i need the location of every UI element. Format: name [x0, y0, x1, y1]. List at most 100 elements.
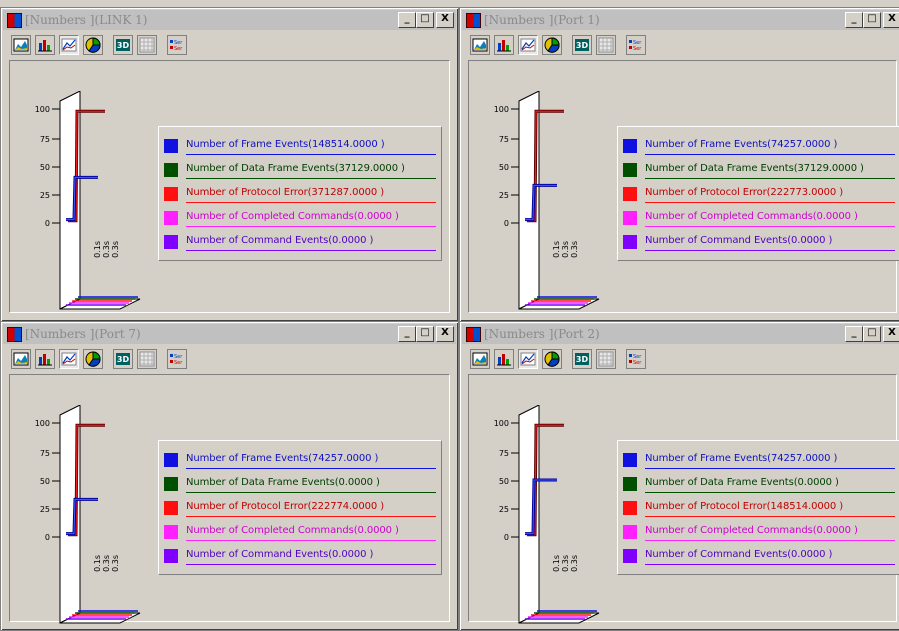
- legend-swatch: [623, 453, 637, 467]
- x-tick-label: 0.3s: [111, 555, 120, 572]
- series-button[interactable]: Ser Ser: [626, 35, 646, 55]
- 3d-chart-plot: 100 75 50 25 0 0.1s 0.3s 0.3s: [479, 404, 614, 630]
- line-chart-button[interactable]: [59, 35, 79, 55]
- series-label-2: Ser: [174, 360, 183, 366]
- legend-item: Number of Protocol Error(222774.0000 ): [164, 498, 436, 518]
- legend-item: Number of Data Frame Events(37129.0000 ): [164, 160, 436, 180]
- grid-button[interactable]: [596, 35, 616, 55]
- legend-underline: [645, 178, 895, 179]
- line-chart-button[interactable]: [59, 349, 79, 369]
- legend-label: Number of Frame Events(74257.0000 ): [645, 453, 838, 464]
- window-buttons: _ □ X: [845, 12, 899, 28]
- chart-toolbar: 3D Ser Ser: [11, 32, 191, 58]
- series-label-2: Ser: [633, 360, 642, 366]
- chart-window[interactable]: [Numbers ](LINK 1) _ □ X 3D Ser Ser 100 75 50 25 0 0…: [0, 7, 459, 322]
- legend-underline: [186, 492, 436, 493]
- minimize-button[interactable]: _: [398, 12, 416, 28]
- y-tick-label: 75: [499, 449, 509, 458]
- legend-underline: [186, 564, 436, 565]
- grid-button[interactable]: [137, 35, 157, 55]
- chart-window[interactable]: [Numbers ](Port 7) _ □ X 3D Ser Ser 100 75 50 25 0 0…: [0, 321, 459, 631]
- series-button[interactable]: Ser Ser: [167, 35, 187, 55]
- 3d-chart-plot: 100 75 50 25 0 0.1s 0.3s 0.3s: [20, 404, 155, 630]
- minimize-button[interactable]: _: [398, 326, 416, 342]
- area-chart-button[interactable]: [11, 349, 31, 369]
- 3d-label: 3D: [576, 355, 589, 364]
- legend-underline: [645, 154, 895, 155]
- legend-item: Number of Frame Events(74257.0000 ): [623, 450, 895, 470]
- line-chart-button[interactable]: [518, 349, 538, 369]
- x-tick-label: 0.3s: [561, 241, 570, 258]
- 3d-toggle-button[interactable]: 3D: [572, 35, 592, 55]
- title-bar[interactable]: [Numbers ](Port 2) _ □ X: [462, 324, 899, 344]
- legend-swatch: [623, 187, 637, 201]
- maximize-button[interactable]: □: [416, 12, 434, 28]
- close-button[interactable]: X: [883, 326, 899, 342]
- legend-item: Number of Data Frame Events(37129.0000 ): [623, 160, 895, 180]
- close-button[interactable]: X: [883, 12, 899, 28]
- maximize-button[interactable]: □: [863, 12, 881, 28]
- legend-underline: [645, 564, 895, 565]
- 3d-label: 3D: [117, 355, 130, 364]
- 3d-toggle-button[interactable]: 3D: [113, 35, 133, 55]
- legend-label: Number of Frame Events(148514.0000 ): [186, 139, 385, 150]
- chart-window[interactable]: [Numbers ](Port 1) _ □ X 3D Ser Ser 100 75 50 25 0 0…: [459, 7, 899, 322]
- line-chart-button[interactable]: [518, 35, 538, 55]
- legend-swatch: [164, 477, 178, 491]
- grid-button[interactable]: [596, 349, 616, 369]
- y-tick-label: 0: [45, 219, 50, 228]
- legend-underline: [186, 202, 436, 203]
- bar-chart-button[interactable]: [35, 35, 55, 55]
- legend-underline: [186, 226, 436, 227]
- title-bar[interactable]: [Numbers ](Port 7) _ □ X: [3, 324, 456, 344]
- legend-label: Number of Frame Events(74257.0000 ): [186, 453, 379, 464]
- y-tick-label: 50: [499, 477, 509, 486]
- y-tick-label: 100: [494, 105, 509, 114]
- bar-chart-button[interactable]: [35, 349, 55, 369]
- grid-button[interactable]: [137, 349, 157, 369]
- title-bar[interactable]: [Numbers ](LINK 1) _ □ X: [3, 10, 456, 30]
- window-title: [Numbers ](LINK 1): [25, 13, 148, 27]
- legend-label: Number of Command Events(0.0000 ): [186, 235, 374, 246]
- area-chart-button[interactable]: [11, 35, 31, 55]
- legend-label: Number of Protocol Error(222773.0000 ): [645, 187, 844, 198]
- maximize-button[interactable]: □: [416, 326, 434, 342]
- legend-swatch: [164, 525, 178, 539]
- maximize-button[interactable]: □: [863, 326, 881, 342]
- chart-window[interactable]: [Numbers ](Port 2) _ □ X 3D Ser Ser 100 75 50 25 0 0…: [459, 321, 899, 631]
- legend-underline: [186, 178, 436, 179]
- pie-chart-button[interactable]: [542, 349, 562, 369]
- bar-chart-button[interactable]: [494, 349, 514, 369]
- y-tick-label: 50: [40, 163, 50, 172]
- close-button[interactable]: X: [436, 326, 454, 342]
- x-tick-label: 0.1s: [552, 555, 561, 572]
- 3d-toggle-button[interactable]: 3D: [113, 349, 133, 369]
- area-chart-button[interactable]: [470, 349, 490, 369]
- y-tick-label: 0: [45, 533, 50, 542]
- pie-chart-button[interactable]: [83, 35, 103, 55]
- legend-swatch: [623, 139, 637, 153]
- pie-chart-button[interactable]: [542, 35, 562, 55]
- chart-legend: Number of Frame Events(74257.0000 ) Numbe…: [158, 440, 442, 575]
- x-tick-label: 0.3s: [570, 555, 579, 572]
- window-buttons: _ □ X: [398, 326, 454, 342]
- area-chart-button[interactable]: [470, 35, 490, 55]
- close-button[interactable]: X: [436, 12, 454, 28]
- app-icon: [466, 327, 481, 342]
- minimize-button[interactable]: _: [845, 326, 863, 342]
- title-bar[interactable]: [Numbers ](Port 1) _ □ X: [462, 10, 899, 30]
- pie-chart-button[interactable]: [83, 349, 103, 369]
- y-tick-label: 25: [40, 191, 50, 200]
- legend-item: Number of Frame Events(74257.0000 ): [623, 136, 895, 156]
- bar-chart-button[interactable]: [494, 35, 514, 55]
- series-button[interactable]: Ser Ser: [626, 349, 646, 369]
- legend-swatch: [623, 211, 637, 225]
- legend-swatch: [164, 187, 178, 201]
- chart-area: 100 75 50 25 0 0.1s 0.3s 0.3s Number of Frame Ev…: [468, 60, 899, 313]
- 3d-toggle-button[interactable]: 3D: [572, 349, 592, 369]
- legend-swatch: [164, 163, 178, 177]
- series-button[interactable]: Ser Ser: [167, 349, 187, 369]
- y-tick-label: 0: [504, 219, 509, 228]
- legend-item: Number of Completed Commands(0.0000 ): [164, 522, 436, 542]
- minimize-button[interactable]: _: [845, 12, 863, 28]
